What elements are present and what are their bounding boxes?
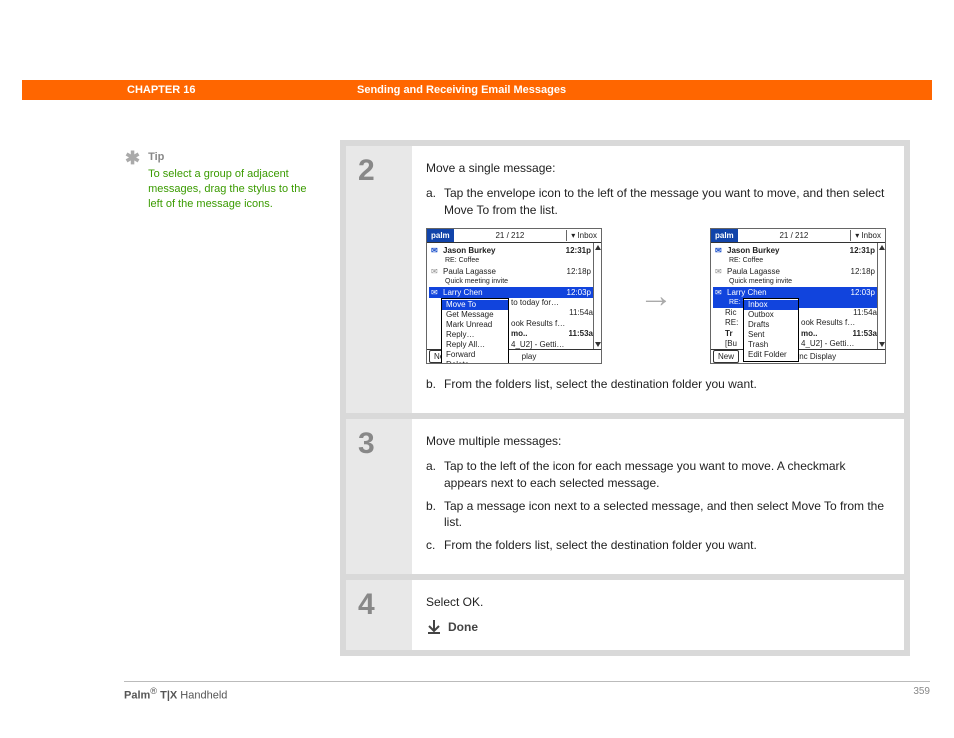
palm-logo: palm: [427, 229, 454, 242]
partial-subject: 4_U2] - Getti…: [801, 339, 877, 349]
folder-menu[interactable]: Inbox Outbox Drafts Sent Trash Edit Fold…: [743, 298, 799, 362]
envelope-icon[interactable]: ✉: [715, 287, 727, 298]
substep-letter: b.: [426, 498, 444, 532]
message-row-selected[interactable]: ✉Larry Chen12:03p: [429, 287, 593, 298]
step-number: 4: [346, 580, 412, 650]
message-subject: Quick meeting invite: [713, 277, 877, 287]
partial-time: 11:54a: [801, 308, 877, 318]
folder-item-inbox[interactable]: Inbox: [744, 300, 798, 310]
envelope-icon[interactable]: ✉: [431, 266, 443, 277]
new-button[interactable]: New: [713, 350, 739, 363]
shot-header: palm 21 / 212 ▾ Inbox: [427, 229, 601, 243]
partial-subject: ook Results f…: [511, 319, 593, 329]
tip-heading: Tip: [148, 150, 310, 165]
envelope-icon[interactable]: ✉: [715, 245, 727, 256]
substep-letter: b.: [426, 376, 444, 393]
folder-dropdown[interactable]: ▾ Inbox: [850, 230, 885, 241]
envelope-icon[interactable]: ✉: [715, 266, 727, 277]
page-footer: Palm® T|X Handheld 359: [124, 681, 930, 702]
done-arrow-icon: [426, 619, 442, 635]
tip-block: ✱ Tip To select a group of adjacent mess…: [125, 150, 310, 211]
menu-item[interactable]: Reply…: [442, 330, 508, 340]
message-count: 21 / 212: [738, 230, 851, 241]
menu-item[interactable]: Reply All…: [442, 340, 508, 350]
chapter-bar: CHAPTER 16 Sending and Receiving Email M…: [22, 80, 932, 100]
message-subject: RE: Coffee: [429, 256, 593, 266]
palm-screenshot-folder-picker: palm 21 / 212 ▾ Inbox ✉Jason Burkey12:31…: [710, 228, 886, 364]
envelope-icon[interactable]: ✉: [431, 287, 443, 298]
step-4: 4 Select OK. Done: [346, 580, 904, 650]
folder-item[interactable]: Outbox: [744, 310, 798, 320]
message-row[interactable]: ✉Paula Lagasse12:18p: [429, 266, 593, 277]
message-subject: Quick meeting invite: [429, 277, 593, 287]
menu-item[interactable]: Get Message: [442, 310, 508, 320]
partial-name: Ric: [725, 308, 738, 318]
substep-text: Tap the envelope icon to the left of the…: [444, 185, 886, 219]
menu-item[interactable]: Forward: [442, 350, 508, 360]
step-lead: Select OK.: [426, 594, 886, 611]
substep-letter: a.: [426, 458, 444, 492]
shot-header: palm 21 / 212 ▾ Inbox: [711, 229, 885, 243]
step-lead: Move multiple messages:: [426, 433, 886, 450]
partial-name: mo..: [801, 329, 817, 338]
folder-dropdown[interactable]: ▾ Inbox: [566, 230, 601, 241]
arrow-right-icon: →: [639, 273, 673, 321]
message-subject: RE: Coffee: [713, 256, 877, 266]
folder-item[interactable]: Sent: [744, 330, 798, 340]
steps-container: 2 Move a single message: a.Tap the envel…: [340, 140, 910, 656]
partial-subject: RE:: [725, 318, 738, 328]
message-count: 21 / 212: [454, 230, 567, 241]
message-row[interactable]: ✉Jason Burkey12:31p: [429, 245, 593, 256]
partial-subject: [Bu: [725, 339, 738, 349]
partial-name: mo..: [511, 329, 527, 338]
substep-text: From the folders list, select the destin…: [444, 537, 886, 554]
partial-subject: ook Results f…: [801, 318, 877, 328]
palm-logo: palm: [711, 229, 738, 242]
screenshots-row: palm 21 / 212 ▾ Inbox ✉Jason Burkey12:31…: [426, 228, 886, 364]
folder-item[interactable]: Trash: [744, 340, 798, 350]
substep-text: From the folders list, select the destin…: [444, 376, 886, 393]
step-2: 2 Move a single message: a.Tap the envel…: [346, 146, 904, 413]
partial-time: 11:53a: [569, 329, 593, 339]
asterisk-icon: ✱: [125, 150, 140, 166]
tip-body: To select a group of adjacent messages, …: [148, 167, 310, 212]
step-lead: Move a single message:: [426, 160, 886, 177]
menu-item[interactable]: Delete: [442, 360, 508, 364]
context-menu[interactable]: Move To Get Message Mark Unread Reply… R…: [441, 298, 509, 364]
done-label: Done: [448, 619, 478, 636]
partial-subject: to today for…: [511, 298, 593, 308]
menu-item-move-to[interactable]: Move To: [442, 300, 508, 310]
chapter-label: CHAPTER 16: [127, 84, 357, 96]
folder-item[interactable]: Drafts: [744, 320, 798, 330]
message-row[interactable]: ✉Paula Lagasse12:18p: [713, 266, 877, 277]
palm-screenshot-context-menu: palm 21 / 212 ▾ Inbox ✉Jason Burkey12:31…: [426, 228, 602, 364]
substep-letter: a.: [426, 185, 444, 219]
product-name: Palm® T|X Handheld: [124, 686, 227, 702]
substep-letter: c.: [426, 537, 444, 554]
substep-text: Tap a message icon next to a selected me…: [444, 498, 886, 532]
message-row-selected[interactable]: ✉Larry Chen12:03p: [713, 287, 877, 298]
substep-text: Tap to the left of the icon for each mes…: [444, 458, 886, 492]
step-number: 2: [346, 146, 412, 413]
message-row[interactable]: ✉Jason Burkey12:31p: [713, 245, 877, 256]
partial-time: 11:53a: [853, 329, 877, 339]
folder-item[interactable]: Edit Folder: [744, 350, 798, 360]
partial-subject: 4_U2] - Getti…: [511, 340, 593, 350]
partial-time: 11:54a: [511, 308, 593, 318]
done-indicator: Done: [426, 619, 886, 636]
step-3: 3 Move multiple messages: a.Tap to the l…: [346, 419, 904, 574]
envelope-icon[interactable]: ✉: [431, 245, 443, 256]
page-number: 359: [913, 686, 930, 702]
step-number: 3: [346, 419, 412, 574]
menu-item[interactable]: Mark Unread: [442, 320, 508, 330]
partial-name: Tr: [725, 329, 733, 338]
chapter-title: Sending and Receiving Email Messages: [357, 84, 566, 96]
